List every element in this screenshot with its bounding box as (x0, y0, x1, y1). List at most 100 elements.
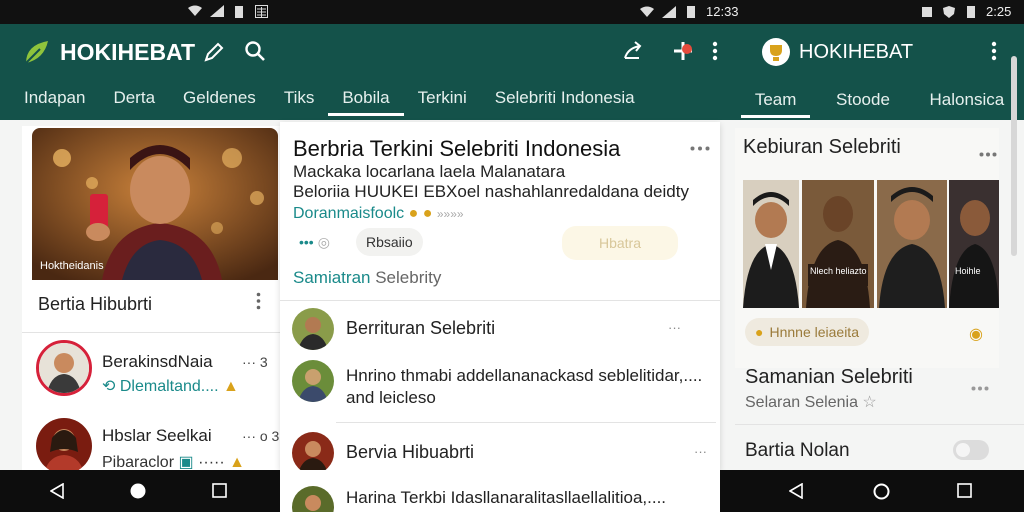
trophy-icon: ▲ (229, 454, 245, 470)
more-horiz-icon[interactable] (690, 138, 710, 156)
celebrity-thumb[interactable]: Nlech heliazto (802, 180, 874, 308)
star-icon[interactable]: ☆ (862, 394, 876, 411)
back-icon[interactable] (49, 482, 64, 504)
tab-halonsica[interactable]: Halonsica (916, 86, 1019, 122)
item-name[interactable]: BerakinsdNaia (102, 352, 213, 372)
chip-button[interactable]: ● Hnnne leiaeita (745, 318, 869, 346)
celebrity-thumb[interactable]: Hoihle (949, 180, 999, 308)
status-time: 12:33 (706, 4, 739, 19)
section-heading: Samiatran Selebrity (293, 268, 442, 287)
status-icons-right: 2:25 (920, 4, 1011, 19)
divider (735, 424, 1024, 425)
search-icon[interactable] (242, 38, 268, 64)
circle-icon: ◎ (317, 233, 330, 250)
celebrity-thumb[interactable] (743, 180, 799, 308)
avatar[interactable] (292, 432, 334, 470)
celebrity-thumb[interactable] (877, 180, 947, 308)
tab-team[interactable]: Team (740, 86, 811, 122)
hero-image[interactable]: Hoktheidanis (32, 128, 278, 280)
tab-derta[interactable]: Derta (99, 84, 169, 120)
more-horiz-icon[interactable] (979, 144, 997, 162)
feed-title[interactable]: Bertia Hibubrti (38, 294, 152, 315)
item-name[interactable]: Hbslar Seelkai (102, 426, 212, 446)
avatar[interactable] (292, 308, 334, 350)
trophy-logo-icon (762, 38, 790, 66)
brand[interactable]: HOKIHEBAT (761, 37, 913, 67)
recents-icon[interactable] (212, 483, 227, 503)
status-time: 2:25 (986, 4, 1012, 19)
back-icon[interactable] (788, 482, 803, 504)
item-meta: ··· o 3 (242, 428, 280, 444)
home-icon[interactable] (130, 483, 146, 504)
thumb-caption: Hoihle (955, 266, 981, 276)
news-title[interactable]: Berrituran Selebriti (346, 318, 495, 339)
share-icon[interactable] (620, 38, 646, 64)
right-phone-screen: HOKIHEBAT Team Stoode Halonsica Kebiuran… (735, 24, 1024, 470)
reaction-dots[interactable]: ••• ◎ (293, 230, 336, 254)
action-button[interactable]: Hbatra (562, 226, 678, 260)
wifi-icon (640, 5, 654, 19)
avatar[interactable] (292, 360, 334, 402)
bottom-title[interactable]: Bartia Nolan (745, 440, 850, 462)
status-icons-mid: 12:33 (640, 4, 739, 19)
battery-icon (684, 5, 698, 19)
tab-selebriti-indonesia[interactable]: Selebriti Indonesia (481, 84, 649, 120)
play-icon[interactable]: ◉ (969, 324, 983, 344)
toggle-switch[interactable] (953, 440, 989, 460)
wifi-icon (188, 4, 202, 18)
list-title[interactable]: Samanian Selebriti (745, 366, 913, 389)
divider (336, 422, 716, 423)
brand[interactable]: HOKIHEBAT (22, 37, 225, 67)
item-sub: ⟲ Dlemaltand.... ▲ (102, 378, 239, 395)
more-vert-icon[interactable] (702, 38, 728, 64)
news-meta: ··· (668, 320, 681, 335)
more-vert-icon[interactable] (256, 292, 261, 316)
article-line-1: Mackaka locarlana laela Malanatara (293, 162, 566, 181)
nav-bar-left (0, 470, 280, 512)
selebriti-section: Kebiuran Selebriti Nlech heliazto Hoihle… (735, 128, 999, 368)
news-title[interactable]: Hnrino thmabi addellananackasd sebleliti… (346, 366, 702, 386)
hero-caption: Hoktheidanis (40, 260, 104, 272)
tab-bar: Indapan Derta Geldenes Tiks Bobila Terki… (0, 84, 649, 120)
brand-name: HOKIHEBAT (799, 40, 914, 63)
more-horiz-icon[interactable] (971, 378, 989, 396)
signal-icon (662, 5, 676, 19)
tab-stoode[interactable]: Stoode (822, 86, 904, 122)
notification-icon (920, 5, 934, 19)
recents-icon[interactable] (957, 483, 972, 503)
scrollbar[interactable] (1011, 56, 1017, 256)
notification-badge-icon[interactable] (670, 38, 696, 64)
section-title[interactable]: Kebiuran Selebriti (743, 136, 901, 159)
coin-icon: ● (408, 205, 419, 222)
more-vert-icon[interactable] (981, 38, 1007, 64)
tab-indapan[interactable]: Indapan (0, 84, 99, 120)
nav-bar-right (735, 470, 1024, 512)
avatar[interactable] (36, 340, 92, 396)
tab-geldenes[interactable]: Geldenes (169, 84, 270, 120)
article-source[interactable]: Doranmaisfoolc ● ● »»»» (293, 205, 464, 223)
news-title[interactable]: Harina Terkbi Idasllanaralitasllaellalit… (346, 488, 666, 508)
tab-tiks[interactable]: Tiks (270, 84, 329, 120)
home-icon[interactable] (873, 483, 890, 505)
left-phone-screen: HOKIHEBAT Indapan Derta Geldenes Tiks Bo… (0, 24, 735, 470)
divider (22, 332, 280, 333)
article-headline[interactable]: Berbria Terkini Selebriti Indonesia (293, 136, 620, 162)
app-bar: HOKIHEBAT Indapan Derta Geldenes Tiks Bo… (0, 24, 735, 120)
chip-button[interactable]: Rbsaiio (356, 228, 423, 256)
avatar[interactable] (36, 418, 92, 470)
item-sub: Pibaraclor ▣ ····· ▲ (102, 454, 245, 470)
news-title[interactable]: Bervia Hibuabrti (346, 442, 474, 463)
avatar[interactable] (292, 486, 334, 512)
status-icons-left (188, 4, 268, 18)
coin-icon: ● (755, 324, 764, 340)
trophy-icon: ▲ (223, 378, 239, 395)
news-row-partial: Harina Terkbi Idasllanaralitasllaellalit… (280, 470, 720, 512)
app-bar: HOKIHEBAT Team Stoode Halonsica (735, 24, 1024, 120)
divider (280, 300, 720, 301)
battery-icon (232, 4, 246, 18)
tab-terkini[interactable]: Terkini (404, 84, 481, 120)
nav-bar-gap (720, 470, 735, 512)
tab-bobila[interactable]: Bobila (328, 84, 404, 120)
badge-icon: ▣ (178, 454, 194, 470)
pencil-icon[interactable] (203, 41, 225, 63)
